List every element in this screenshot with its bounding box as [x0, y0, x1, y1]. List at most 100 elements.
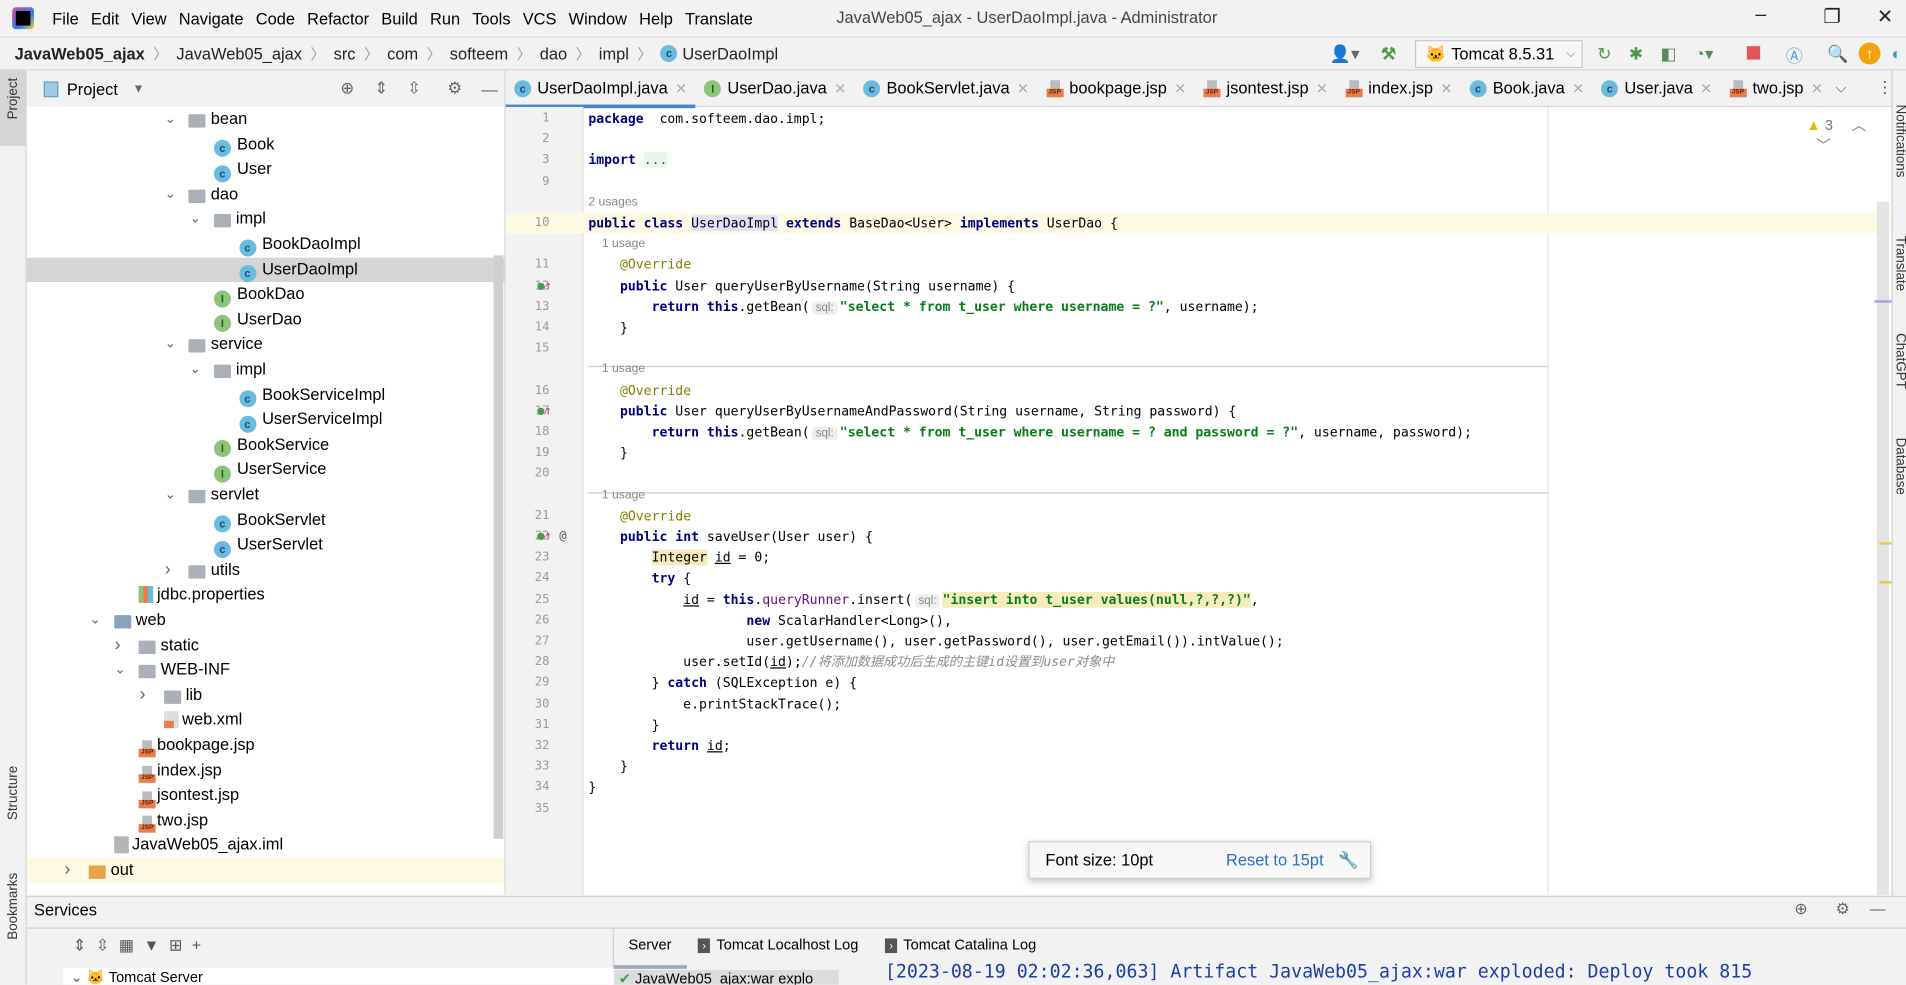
group-icon[interactable]: ▦	[119, 936, 144, 954]
deployment-item[interactable]: ✔ JavaWeb05_ajax:war explo	[613, 970, 839, 985]
tab-userdaoimpl-java[interactable]: c UserDaoImpl.java ✕	[505, 70, 697, 108]
chevron-down-icon[interactable]: ▼	[133, 82, 145, 95]
tab-userdao-java[interactable]: I UserDao.java ✕	[696, 70, 855, 106]
tree-item-web-inf[interactable]: ⌄ WEB-INF	[27, 658, 505, 683]
bookmarks-tool-button[interactable]: Bookmarks	[6, 873, 21, 940]
chevron-right-icon[interactable]: ›	[165, 558, 171, 583]
menu-item-view[interactable]: View	[125, 9, 172, 27]
stop-icon[interactable]	[1746, 46, 1761, 60]
tree-item-bean[interactable]: ⌄ bean	[27, 107, 505, 132]
close-tab-icon[interactable]: ✕	[1572, 80, 1584, 97]
chevron-right-icon[interactable]: ›	[114, 633, 120, 658]
minimize-button[interactable]: –	[1755, 5, 1766, 27]
search-icon[interactable]: 🔍	[1827, 44, 1848, 65]
more-icon[interactable]: ⋮	[1877, 78, 1893, 97]
coverage-icon[interactable]: ◧	[1661, 44, 1677, 65]
tree-item-impl[interactable]: ⌄ impl	[27, 207, 505, 232]
services-tab-tomcat-catalina-log[interactable]: › Tomcat Catalina Log	[885, 936, 1036, 954]
close-button[interactable]: ✕	[1877, 5, 1893, 29]
menu-item-help[interactable]: Help	[633, 9, 679, 27]
breadcrumb-item[interactable]: impl	[599, 44, 629, 62]
notifications-tool-button[interactable]: Notifications	[1893, 105, 1906, 178]
close-tab-icon[interactable]: ✕	[834, 80, 846, 97]
menu-item-navigate[interactable]: Navigate	[173, 9, 250, 27]
menu-item-code[interactable]: Code	[250, 9, 301, 27]
tree-item-bookservice[interactable]: I BookService	[27, 433, 505, 458]
usages-hint[interactable]: 1 usage	[588, 359, 645, 380]
close-tab-icon[interactable]: ✕	[1811, 80, 1823, 97]
tree-item-jdbc-properties[interactable]: jdbc.properties	[27, 583, 505, 608]
new-tab-icon[interactable]: ⊞	[169, 936, 192, 954]
warning-stripe-marker[interactable]	[1879, 542, 1892, 545]
translate-tool-button[interactable]: Translate	[1893, 236, 1906, 291]
tab-two-jsp[interactable]: two.jsp ✕	[1721, 70, 1832, 106]
locate-icon[interactable]: ⊕	[340, 79, 354, 98]
chevron-down-icon[interactable]: ⌄	[114, 658, 125, 683]
tree-item-web-xml[interactable]: web.xml	[27, 708, 505, 733]
reset-font-link[interactable]: Reset to 15pt	[1226, 851, 1324, 869]
tab-list-chevron-icon[interactable]: ⌵	[1836, 79, 1847, 97]
menu-item-refactor[interactable]: Refactor	[301, 9, 375, 27]
tree-item-utils[interactable]: › utils	[27, 558, 505, 583]
breadcrumb-item[interactable]: softeem	[450, 44, 508, 62]
menu-item-translate[interactable]: Translate	[679, 9, 759, 27]
menu-item-build[interactable]: Build	[375, 9, 424, 27]
hide-icon[interactable]: —	[481, 80, 497, 98]
update-icon[interactable]: ↑	[1858, 42, 1881, 65]
close-tab-icon[interactable]: ✕	[1316, 80, 1328, 97]
run-config-select[interactable]: 🐱 Tomcat 8.5.31 ⌵	[1414, 40, 1583, 69]
menu-item-vcs[interactable]: VCS	[517, 9, 563, 27]
hide-icon[interactable]: —	[1870, 900, 1886, 918]
usages-hint[interactable]: 2 usages	[588, 192, 637, 213]
implements-method-icon[interactable]: ●↑	[537, 275, 552, 296]
locate-icon[interactable]: ⊕	[1794, 900, 1807, 919]
close-tab-icon[interactable]: ✕	[1017, 80, 1029, 97]
jetbrains-icon[interactable]: ◐	[1891, 44, 1901, 63]
tree-item-web[interactable]: ⌄ web	[27, 608, 505, 633]
tree-item-servlet[interactable]: ⌄ servlet	[27, 483, 505, 508]
breadcrumb-item[interactable]: JavaWeb05_ajax	[15, 44, 145, 62]
implements-method-icon[interactable]: ●↑ @	[537, 526, 566, 547]
console-output[interactable]: [2023-08-19 02:02:36,063] Artifact JavaW…	[885, 960, 1752, 982]
add-service-icon[interactable]: +	[192, 936, 211, 954]
tab-index-jsp[interactable]: index.jsp ✕	[1337, 70, 1461, 106]
editor-scrollbar[interactable]	[1876, 201, 1890, 895]
tree-item-userservlet[interactable]: c UserServlet	[27, 533, 505, 558]
chevron-down-icon[interactable]: ⌄	[165, 182, 176, 207]
collapse-all-icon[interactable]: ⇳	[407, 79, 421, 98]
tree-item-userdao[interactable]: I UserDao	[27, 307, 505, 333]
chevron-down-icon[interactable]: ⌄	[165, 332, 176, 357]
project-scrollbar[interactable]	[493, 255, 504, 839]
tab-jsontest-jsp[interactable]: jsontest.jsp ✕	[1195, 70, 1337, 106]
usages-hint[interactable]: 1 usage	[588, 485, 645, 506]
menu-item-file[interactable]: File	[46, 9, 85, 27]
profile-icon[interactable]: ◔▾	[1695, 44, 1714, 65]
close-tab-icon[interactable]: ✕	[1174, 80, 1186, 97]
tab-book-java[interactable]: c Book.java ✕	[1461, 70, 1593, 106]
tree-item-two-jsp[interactable]: two.jsp	[27, 808, 505, 833]
warning-stripe-marker[interactable]	[1879, 581, 1892, 584]
tab-bookservlet-java[interactable]: c BookServlet.java ✕	[855, 70, 1038, 106]
breadcrumb-item[interactable]: UserDaoImpl	[682, 44, 778, 62]
breadcrumb-item[interactable]: JavaWeb05_ajax	[176, 44, 302, 62]
breadcrumb-item[interactable]: src	[334, 44, 356, 62]
services-tab-tomcat-localhost-log[interactable]: › Tomcat Localhost Log	[698, 936, 858, 954]
tree-item-bookpage-jsp[interactable]: bookpage.jsp	[27, 733, 505, 758]
implements-method-icon[interactable]: ●↑	[537, 401, 552, 422]
project-view-select[interactable]: Project	[67, 80, 118, 98]
inspection-widget[interactable]: ▲ 3 ︿ ﹀	[1806, 114, 1891, 155]
previous-highlight-icon[interactable]: ︿	[1852, 117, 1867, 134]
close-tab-icon[interactable]: ✕	[1440, 80, 1452, 97]
tree-item-userservice[interactable]: I UserService	[27, 458, 505, 483]
expand-all-icon[interactable]: ⇕	[374, 79, 388, 98]
collapse-all-icon[interactable]: ⇳	[96, 936, 119, 954]
translate-icon[interactable]: Ⓐ	[1786, 44, 1803, 68]
usages-hint[interactable]: 1 usage	[588, 234, 645, 255]
breadcrumb-item[interactable]: dao	[540, 44, 567, 62]
menu-item-run[interactable]: Run	[424, 9, 466, 27]
tree-item-lib[interactable]: › lib	[27, 683, 505, 708]
rerun-icon[interactable]: ↻	[1597, 44, 1611, 65]
code-area[interactable]: 1 package com.softeem.dao.impl; 2 3 import .…	[505, 107, 1892, 895]
chevron-down-icon[interactable]: ⌄	[190, 357, 201, 382]
close-tab-icon[interactable]: ✕	[1700, 80, 1712, 97]
